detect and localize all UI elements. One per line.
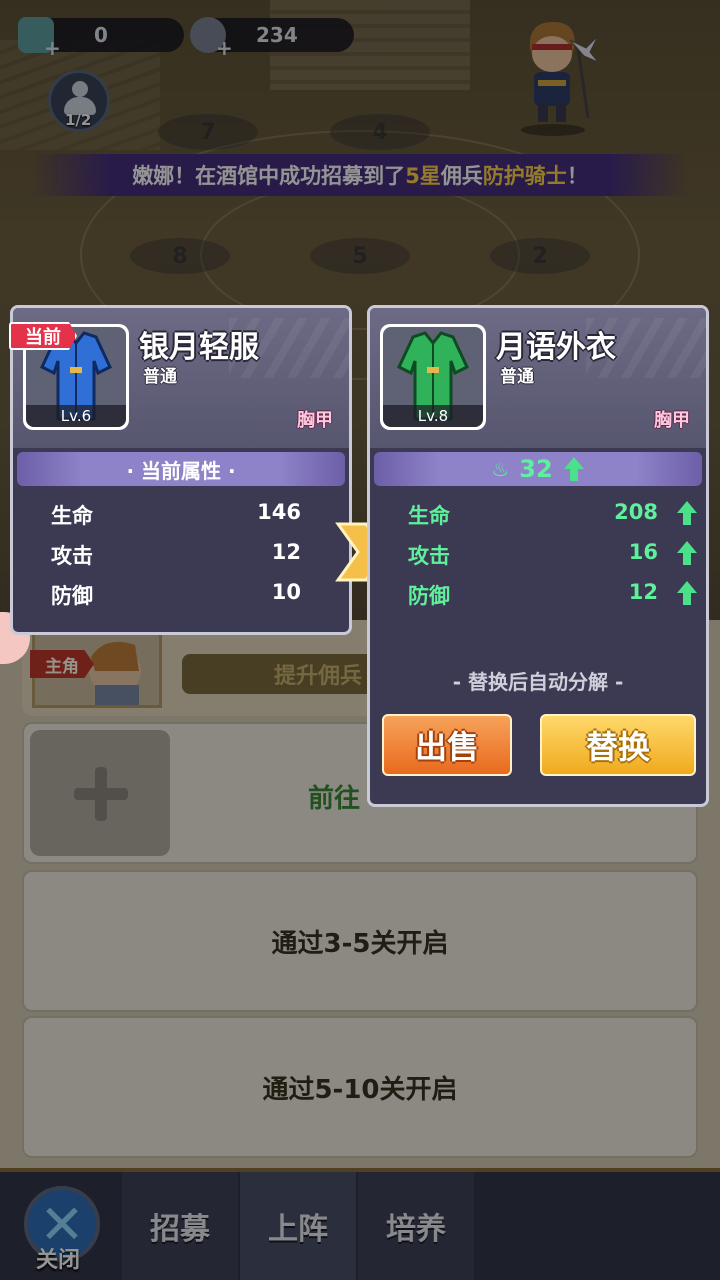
- item-quality: 普通: [143, 367, 177, 387]
- stat-label: 防御: [51, 584, 93, 608]
- stat-value: 10: [271, 580, 301, 604]
- stat-label: 攻击: [51, 544, 93, 568]
- power-gain-bar: ♨ 32: [374, 452, 702, 486]
- item-level: Lv.6: [26, 405, 126, 427]
- item-slot: 胸甲: [297, 410, 333, 431]
- auto-dismantle-note: - 替换后自动分解 -: [452, 670, 624, 694]
- arrow-up-icon: [677, 581, 697, 605]
- stat-label: 生命: [51, 504, 93, 528]
- stat-value: 12: [271, 540, 301, 564]
- item-level: Lv.8: [383, 405, 483, 427]
- arrow-up-icon: [677, 541, 697, 565]
- item-slot: 胸甲: [654, 410, 690, 431]
- stat-label: 生命: [408, 504, 450, 528]
- replace-button[interactable]: 替换: [540, 714, 696, 776]
- stat-value: 146: [257, 500, 301, 524]
- stat-label: 防御: [408, 584, 450, 608]
- attribute-header: · 当前属性 ·: [17, 452, 345, 486]
- stat-value: 12: [628, 580, 658, 604]
- item-name: 月语外衣: [496, 330, 616, 365]
- item-name: 银月轻服: [139, 330, 259, 365]
- arrow-up-icon: [677, 501, 697, 525]
- stat-value: 16: [628, 540, 658, 564]
- arrow-up-icon: [563, 457, 584, 481]
- sell-button[interactable]: 出售: [382, 714, 512, 776]
- current-tag: 当前: [9, 322, 77, 350]
- item-quality: 普通: [500, 367, 534, 387]
- current-item-card: Lv.6 银月轻服 普通 胸甲 · 当前属性 · 生命 146 攻击 12 防御…: [10, 305, 352, 635]
- new-item-icon[interactable]: Lv.8: [380, 324, 486, 430]
- stat-label: 攻击: [408, 544, 450, 568]
- stat-value: 208: [614, 500, 658, 524]
- power-gain: 32: [519, 455, 553, 483]
- new-item-card: Lv.8 月语外衣 普通 胸甲 ♨ 32 生命 208 攻击 16 防御 12 …: [367, 305, 709, 807]
- flame-icon: ♨: [491, 457, 510, 481]
